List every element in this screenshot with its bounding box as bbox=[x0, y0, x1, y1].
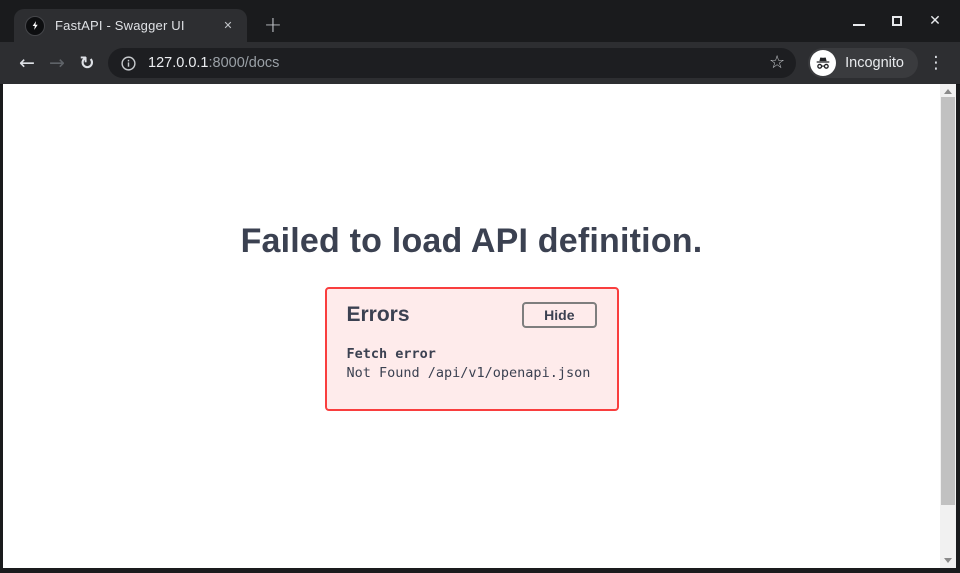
maximize-icon bbox=[892, 16, 902, 26]
close-window-button[interactable]: ✕ bbox=[928, 14, 942, 28]
scroll-down-icon bbox=[944, 558, 952, 563]
fastapi-favicon-icon bbox=[25, 16, 45, 36]
failed-to-load-heading: Failed to load API definition. bbox=[3, 84, 940, 261]
errors-panel: Errors Hide Fetch error Not Found /api/v… bbox=[325, 287, 619, 411]
vertical-scrollbar[interactable] bbox=[940, 84, 956, 568]
forward-button[interactable]: → bbox=[42, 48, 72, 78]
new-tab-button[interactable]: + bbox=[258, 13, 288, 39]
error-detail: Not Found /api/v1/openapi.json bbox=[347, 364, 597, 383]
incognito-label: Incognito bbox=[845, 55, 904, 71]
scroll-up-icon bbox=[944, 89, 952, 94]
browser-tab[interactable]: FastAPI - Swagger UI ✕ bbox=[14, 9, 247, 42]
browser-toolbar: ← → ↻ 127.0.0.1:8000/docs ☆ Incognito ⋮ bbox=[0, 42, 960, 84]
hide-errors-button[interactable]: Hide bbox=[522, 302, 596, 328]
swagger-ui-content: Failed to load API definition. Errors Hi… bbox=[3, 84, 940, 568]
tab-close-icon[interactable]: ✕ bbox=[219, 17, 237, 35]
scroll-down-button[interactable] bbox=[940, 553, 956, 568]
errors-panel-header: Errors Hide bbox=[347, 302, 597, 328]
reload-button[interactable]: ↻ bbox=[72, 48, 102, 78]
maximize-button[interactable] bbox=[890, 14, 904, 28]
incognito-badge: Incognito bbox=[808, 48, 918, 78]
url-text[interactable]: 127.0.0.1:8000/docs bbox=[148, 55, 767, 71]
errors-title: Errors bbox=[347, 303, 410, 327]
error-name: Fetch error bbox=[347, 345, 597, 364]
back-button[interactable]: ← bbox=[12, 48, 42, 78]
tab-title: FastAPI - Swagger UI bbox=[55, 18, 219, 33]
incognito-icon bbox=[810, 50, 836, 76]
minimize-button[interactable] bbox=[852, 14, 866, 28]
address-bar[interactable]: 127.0.0.1:8000/docs ☆ bbox=[108, 48, 796, 78]
minimize-icon bbox=[853, 24, 865, 26]
site-info-icon[interactable] bbox=[120, 55, 137, 72]
bookmark-star-icon[interactable]: ☆ bbox=[767, 54, 787, 72]
url-host: 127.0.0.1 bbox=[148, 55, 208, 71]
url-path: :8000/docs bbox=[208, 55, 279, 71]
scrollbar-thumb[interactable] bbox=[941, 97, 955, 505]
window-controls: ✕ bbox=[852, 0, 960, 42]
browser-menu-icon[interactable]: ⋮ bbox=[922, 48, 950, 78]
page-viewport: Failed to load API definition. Errors Hi… bbox=[3, 84, 956, 568]
tab-strip: FastAPI - Swagger UI ✕ + ✕ bbox=[0, 0, 960, 42]
